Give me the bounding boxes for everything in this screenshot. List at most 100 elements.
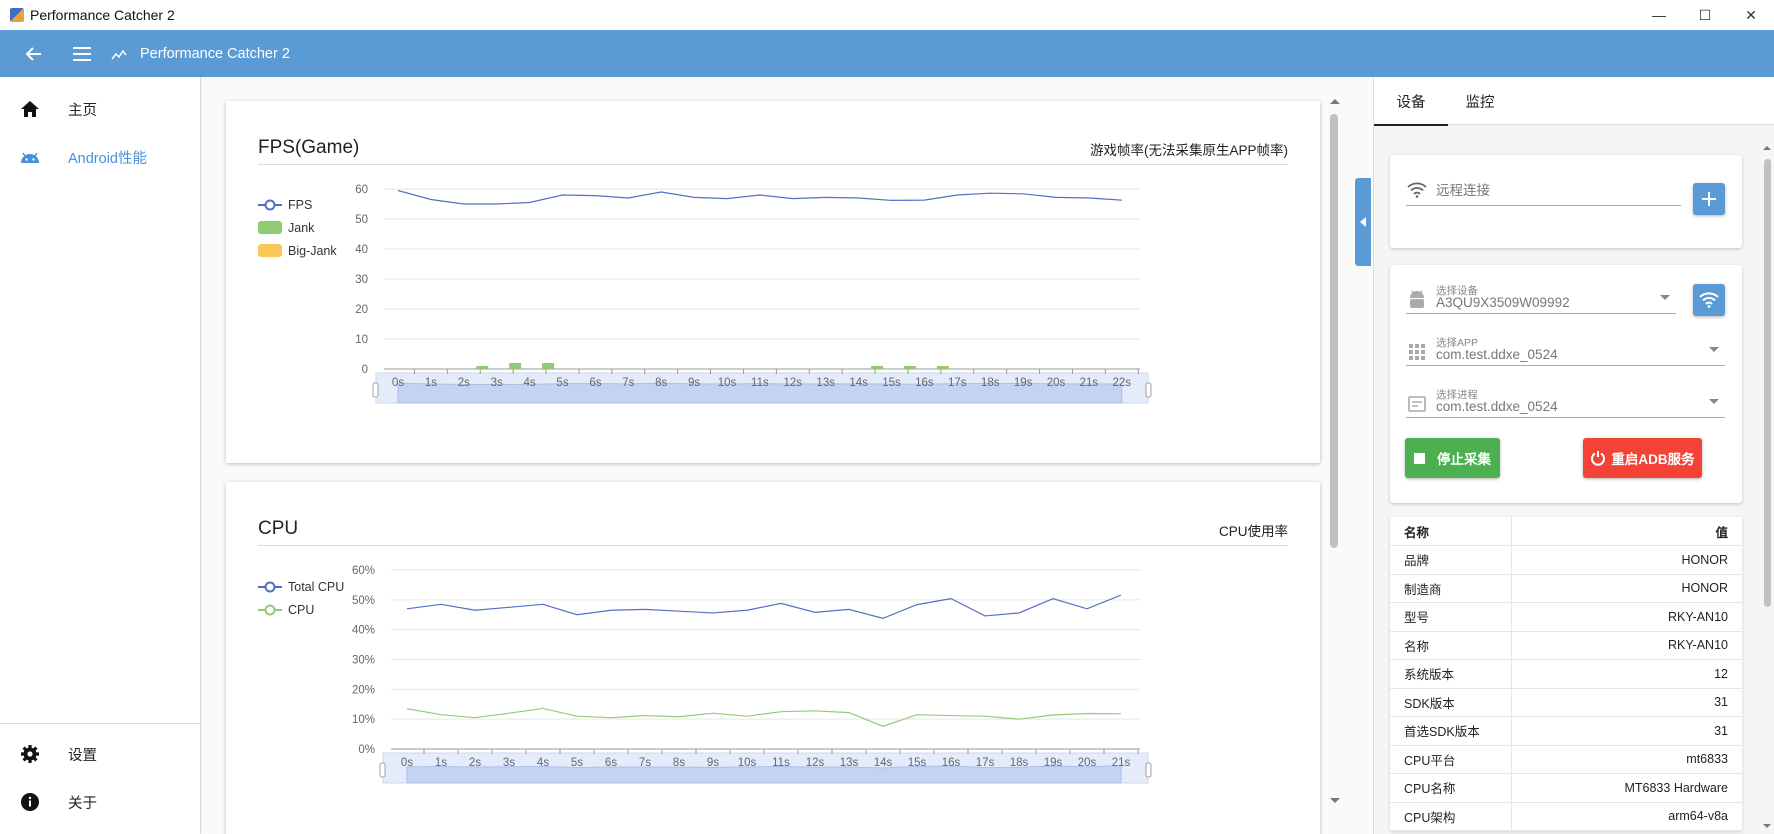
table-cell-value: mt6833 [1511, 745, 1742, 774]
right-tabs: 设备 监控 [1374, 77, 1774, 126]
table-row: 型号 RKY-AN10 [1390, 602, 1742, 632]
table-cell-value: RKY-AN10 [1511, 631, 1742, 660]
apps-grid-icon [1406, 341, 1428, 363]
table-row: 系统版本 12 [1390, 659, 1742, 689]
bar-jank [509, 363, 522, 369]
wifi-connect-button[interactable] [1693, 284, 1725, 316]
x-tick-label: 13s [816, 377, 835, 389]
y-tick-label: 10% [352, 714, 375, 726]
x-tick-label: 10s [718, 377, 737, 389]
menu-icon[interactable] [68, 40, 96, 68]
table-cell-name: 制造商 [1390, 574, 1512, 603]
y-tick-label: 20% [352, 684, 375, 696]
x-tick-label: 4s [524, 377, 536, 389]
x-tick-label: 19s [1044, 757, 1063, 769]
chevron-left-icon [1360, 217, 1366, 227]
table-row: CPU架构 arm64-v8a [1390, 802, 1742, 831]
power-icon [1591, 451, 1606, 466]
main-scrollbar[interactable] [1327, 92, 1341, 812]
device-select[interactable]: 选择设备 A3QU9X3509W09992 [1406, 283, 1676, 314]
right-scrollbar-thumb[interactable] [1764, 159, 1771, 607]
y-tick-label: 0% [358, 744, 375, 756]
x-tick-label: 1s [425, 377, 437, 389]
zoom-handle-left [379, 762, 386, 778]
sidebar-item-about[interactable]: 关于 [0, 778, 201, 826]
x-tick-label: 8s [673, 757, 685, 769]
x-tick-label: 0s [392, 377, 404, 389]
x-tick-label: 9s [707, 757, 719, 769]
process-select[interactable]: 选择进程 com.test.ddxe_0524 [1406, 387, 1725, 418]
sidebar-item-home[interactable]: 主页 [0, 85, 200, 133]
table-row: SDK版本 31 [1390, 688, 1742, 717]
x-tick-label: 2s [458, 377, 470, 389]
y-tick-label: 40% [352, 625, 375, 637]
table-row: 制造商 HONOR [1390, 574, 1742, 603]
zoom-handle-right [1145, 382, 1152, 398]
table-row: 名称 RKY-AN10 [1390, 631, 1742, 660]
sidebar-item-label: 设置 [68, 747, 97, 764]
back-arrow-icon[interactable] [20, 40, 48, 68]
fps-chart[interactable]: 0 10 20 30 40 50 60 0s 1s 2s 3s 4s 5s 6s 7s 8s 9s 10s 11s 1… [226, 101, 1320, 463]
table-row: 品牌 HONOR [1390, 545, 1742, 575]
stop-capture-button[interactable]: 停止采集 [1405, 438, 1500, 478]
sidebar-item-label: 关于 [68, 795, 97, 812]
y-tick-label: 60 [355, 184, 368, 196]
maximize-button[interactable]: ☐ [1682, 0, 1728, 30]
tab-monitor[interactable]: 监控 [1448, 77, 1512, 125]
window-titlebar: Performance Catcher 2 — ☐ ✕ [0, 0, 1774, 30]
y-tick-label: 10 [355, 334, 368, 346]
app-bar: Performance Catcher 2 [0, 30, 1774, 77]
x-tick-label: 14s [874, 757, 893, 769]
main-scrollbar-thumb[interactable] [1330, 114, 1338, 548]
right-panel-scrollbar[interactable] [1761, 143, 1774, 834]
zoom-handle-left [372, 382, 379, 398]
table-cell-value: arm64-v8a [1511, 802, 1742, 831]
add-remote-button[interactable] [1693, 183, 1725, 215]
bar-jank [542, 363, 555, 369]
x-tick-label: 6s [605, 757, 617, 769]
x-tick-label: 5s [571, 757, 583, 769]
tab-device[interactable]: 设备 [1374, 77, 1448, 126]
table-cell-name: 型号 [1390, 602, 1512, 632]
zoom-handle-right [1145, 762, 1152, 778]
fps-card: FPS(Game) 游戏帧率(无法采集原生APP帧率) FPS Jank Big… [226, 101, 1320, 463]
restart-adb-label: 重启ADB服务 [1611, 452, 1695, 467]
sidebar-bottom: 设置 关于 [0, 723, 201, 834]
x-tick-label: 11s [751, 377, 769, 389]
gear-icon [18, 742, 42, 766]
chevron-down-icon [1709, 347, 1719, 352]
table-cell-name: 名称 [1390, 631, 1512, 660]
x-tick-label: 0s [401, 757, 413, 769]
close-window-button[interactable]: ✕ [1728, 0, 1774, 30]
app-logo-icon [10, 8, 24, 22]
bar-jank [903, 366, 916, 369]
sidebar-item-settings[interactable]: 设置 [0, 730, 201, 778]
device-info-table: 名称 值 品牌 HONOR 制造商 HONOR 型号 RKY-AN10 名称 RKY-AN10… [1390, 517, 1742, 831]
cpu-chart[interactable]: 0% 10% 20% 30% 40% 50% 60% 0s 1s 2s 3s 4s 5s 6s 7s 8s 9s… [226, 482, 1320, 834]
x-tick-label: 17s [976, 757, 995, 769]
window-title: Performance Catcher 2 [30, 7, 175, 23]
app-select[interactable]: 选择APP com.test.ddxe_0524 [1406, 335, 1725, 366]
x-tick-label: 16s [942, 757, 961, 769]
x-tick-label: 21s [1080, 377, 1099, 389]
restart-adb-button[interactable]: 重启ADB服务 [1583, 438, 1702, 478]
app-select-value: com.test.ddxe_0524 [1436, 347, 1558, 362]
remote-connect-field[interactable]: 远程连接 [1406, 175, 1681, 206]
table-header-name: 名称 [1390, 517, 1512, 546]
sidebar-item-android[interactable]: Android性能 [0, 133, 200, 181]
collapse-panel-button[interactable] [1355, 178, 1371, 266]
minimize-button[interactable]: — [1636, 0, 1682, 30]
x-tick-label: 2s [469, 757, 481, 769]
wifi-icon [1406, 179, 1428, 201]
cpu-card: CPU CPU使用率 Total CPU CPU 0% 10% 20% 30% 40% 5… [226, 482, 1320, 834]
series-line-total-cpu [406, 594, 1122, 619]
app-title: Performance Catcher 2 [140, 45, 290, 62]
device-select-value: A3QU9X3509W09992 [1436, 295, 1570, 310]
x-tick-label: 11s [772, 757, 790, 769]
table-cell-value: 31 [1511, 716, 1742, 746]
x-tick-label: 8s [655, 377, 667, 389]
x-tick-label: 7s [639, 757, 651, 769]
table-cell-name: CPU架构 [1390, 802, 1512, 831]
chart-trend-icon [108, 40, 130, 68]
table-cell-value: RKY-AN10 [1511, 602, 1742, 632]
